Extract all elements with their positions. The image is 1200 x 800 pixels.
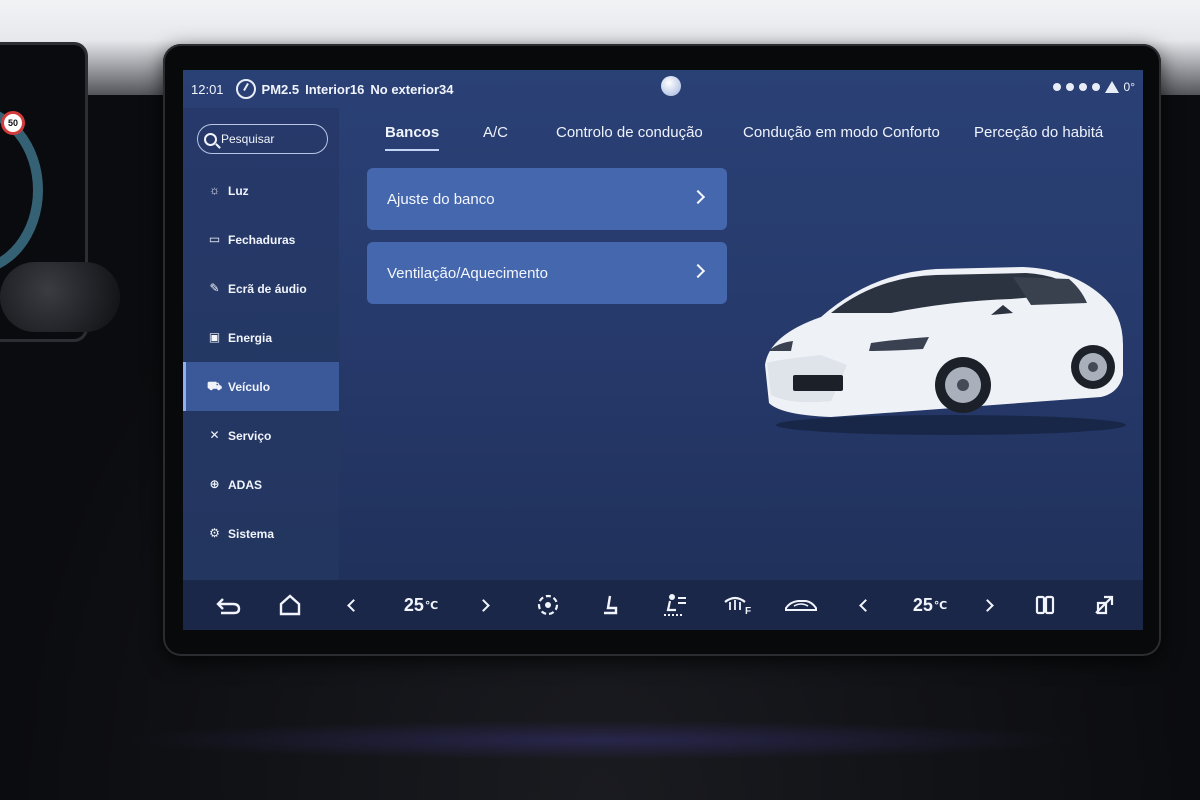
- fan-icon[interactable]: [533, 580, 563, 630]
- seat-icon[interactable]: [595, 580, 625, 630]
- interior-reading: Interior16: [305, 81, 365, 97]
- volume-icon: [1078, 83, 1087, 91]
- chevron-right-icon: [690, 189, 706, 205]
- air-quality-icon[interactable]: [235, 79, 256, 99]
- right-temp-value: 25: [912, 594, 933, 615]
- bottom-dock: 25 ℃ F 25 ℃: [183, 580, 1143, 630]
- left-temperature: 25 ℃: [396, 580, 446, 630]
- pm-label: PM2.5: [261, 81, 300, 97]
- left-temp-value: 25: [403, 594, 424, 615]
- signal-icon: [1091, 83, 1100, 91]
- exterior-reading: No exterior34: [370, 81, 454, 97]
- air-direction-icon[interactable]: [657, 580, 691, 630]
- sidebar-item-adas[interactable]: ⊕ ADAS: [183, 460, 339, 509]
- sidebar-item-ecra-de-audio[interactable]: ✎ Ecrã de áudio: [183, 264, 339, 313]
- temp-unit: ℃: [933, 599, 948, 612]
- wrench-icon: ✕: [209, 428, 220, 442]
- bluetooth-icon: [1065, 83, 1074, 91]
- ambient-light: [120, 720, 1080, 760]
- sidebar-item-energia[interactable]: ▣ Energia: [183, 313, 339, 362]
- right-temp-down[interactable]: [855, 580, 875, 630]
- left-temp-down[interactable]: [343, 580, 363, 630]
- sidebar-item-sistema[interactable]: ⚙ Sistema: [183, 509, 339, 558]
- sidebar-item-label: Sistema: [228, 526, 275, 541]
- clock: 12:01: [191, 81, 224, 97]
- sidebar-item-label: Luz: [228, 183, 249, 198]
- sidebar-item-label: Ecrã de áudio: [228, 281, 307, 296]
- speed-limit-sign: 50: [1, 111, 25, 135]
- sidebar-item-servico[interactable]: ✕ Serviço: [183, 411, 339, 460]
- tab-conducao-modo-conforto[interactable]: Condução em modo Conforto: [743, 124, 940, 141]
- back-icon[interactable]: [211, 580, 245, 630]
- sidebar-item-label: Fechaduras: [228, 232, 296, 247]
- sidebar-item-luz[interactable]: ☼ Luz: [183, 166, 339, 215]
- temp-unit: ℃: [424, 599, 439, 612]
- rear-defrost-icon[interactable]: [1031, 580, 1059, 630]
- voice-assistant-icon[interactable]: [661, 76, 681, 96]
- right-temp-up[interactable]: [977, 580, 997, 630]
- sidebar-item-label: Veículo: [228, 379, 271, 394]
- location-icon: [1052, 83, 1061, 91]
- tab-bar: Bancos A/C Controlo de condução Condução…: [339, 108, 1143, 160]
- tab-controlo-de-conducao[interactable]: Controlo de condução: [556, 124, 703, 141]
- search-icon: [204, 132, 217, 146]
- warning-icon: [1104, 81, 1119, 93]
- sidebar-item-veiculo[interactable]: ⛟ Veículo: [183, 362, 339, 411]
- svg-text:F: F: [745, 606, 751, 616]
- gear-stalk: [0, 262, 120, 332]
- sidebar-item-label: ADAS: [228, 477, 263, 492]
- sidebar-item-label: Serviço: [228, 428, 272, 443]
- right-temperature: 25 ℃: [905, 580, 955, 630]
- card-label: Ajuste do banco: [387, 190, 495, 208]
- sidebar-item-label: Energia: [228, 330, 273, 345]
- sidebar-item-fechaduras[interactable]: ▭ Fechaduras: [183, 215, 339, 264]
- battery-icon: ▣: [208, 330, 221, 344]
- home-icon[interactable]: [273, 580, 307, 630]
- screen-edit-icon: ✎: [209, 281, 220, 295]
- chevron-right-icon: [690, 263, 706, 279]
- ventilation-heating-card[interactable]: Ventilação/Aquecimento: [367, 242, 727, 304]
- status-icons: 0°: [1052, 80, 1135, 94]
- search-input[interactable]: Pesquisar: [197, 124, 328, 154]
- status-right-suffix: 0°: [1123, 80, 1135, 94]
- car-recirculation-icon[interactable]: [783, 580, 819, 630]
- settings-sidebar: Pesquisar ☼ Luz ▭ Fechaduras ✎ Ecrã de á…: [183, 108, 339, 580]
- sun-icon: ☼: [209, 183, 220, 197]
- search-placeholder: Pesquisar: [221, 132, 275, 146]
- tab-percecao-do-habitaculo[interactable]: Perceção do habitá: [974, 124, 1103, 141]
- gear-icon: ⚙: [209, 526, 220, 540]
- steering-wheel-icon: ⊕: [209, 477, 220, 491]
- status-bar: 12:01 PM2.5 Interior16 No exterior34 0°: [183, 70, 1143, 108]
- card-label: Ventilação/Aquecimento: [387, 264, 548, 282]
- vehicle-illustration: [765, 267, 1126, 435]
- front-defrost-icon[interactable]: F: [721, 580, 755, 630]
- tab-bancos[interactable]: Bancos: [385, 124, 440, 151]
- tab-ac[interactable]: A/C: [483, 124, 508, 141]
- left-temp-up[interactable]: [473, 580, 493, 630]
- climate-off-icon[interactable]: [1089, 580, 1119, 630]
- seat-adjust-card[interactable]: Ajuste do banco: [367, 168, 727, 230]
- car-icon: ⛟: [207, 379, 223, 393]
- infotainment-screen: 12:01 PM2.5 Interior16 No exterior34 0° …: [183, 70, 1143, 630]
- lock-icon: ▭: [208, 232, 221, 246]
